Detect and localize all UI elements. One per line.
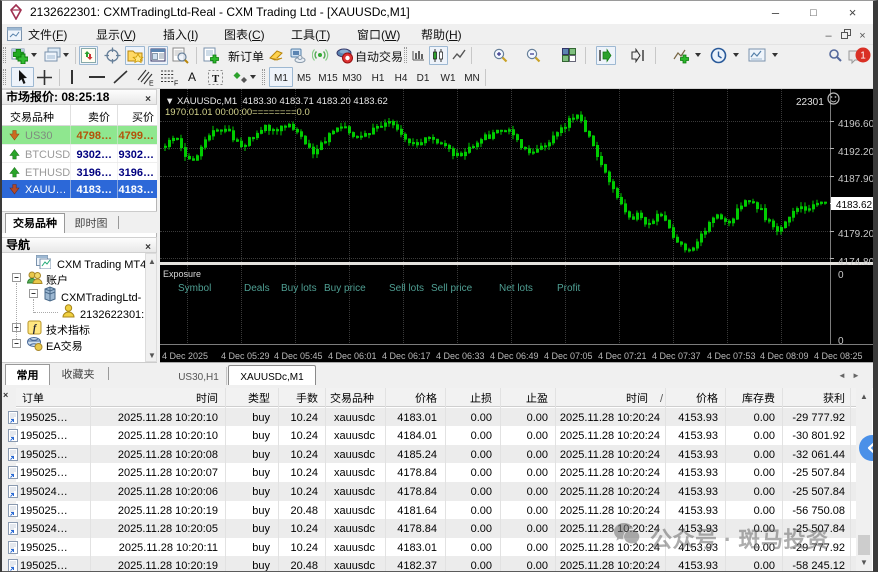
svg-text:F: F: [174, 81, 178, 87]
svg-text:E: E: [149, 81, 154, 87]
svg-text:T: T: [212, 73, 220, 85]
svg-text:1: 1: [860, 51, 866, 62]
